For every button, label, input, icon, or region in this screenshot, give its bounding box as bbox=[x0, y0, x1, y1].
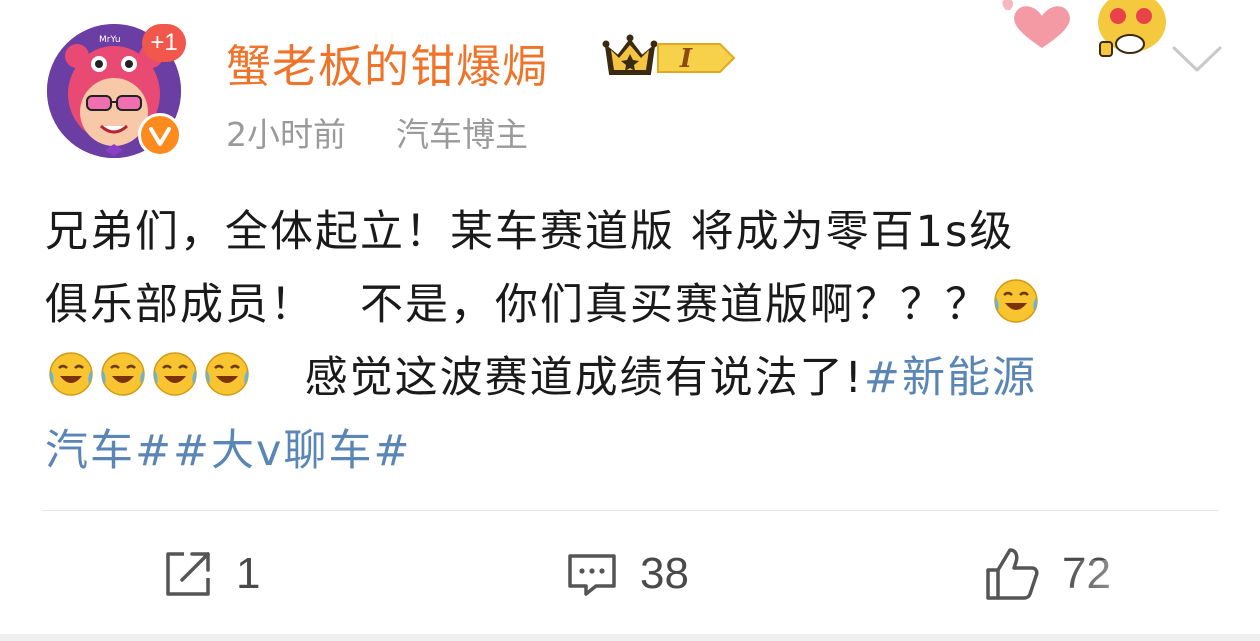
vip-crown-badge[interactable]: I bbox=[602, 32, 738, 86]
right-edge-fade bbox=[1060, 560, 1260, 630]
author-tag: 汽车博主 bbox=[396, 115, 528, 154]
repost-icon bbox=[166, 552, 210, 596]
comment-count: 38 bbox=[640, 549, 689, 598]
comment-icon bbox=[568, 554, 616, 596]
hearts-decoration-icon bbox=[998, 0, 1094, 54]
comment-button[interactable]: 38 bbox=[566, 546, 689, 602]
post-content: 兄弟们，全体起立！某车赛道版 将成为零百1s级 俱乐部成员！ 不是，你们真买赛道… bbox=[45, 196, 1225, 488]
hashtag-new-energy-part1[interactable]: #新能源 bbox=[864, 353, 1037, 403]
actions-divider bbox=[42, 510, 1218, 511]
follow-plus-badge[interactable]: +1 bbox=[142, 24, 186, 62]
svg-text:MrYu: MrYu bbox=[99, 35, 121, 45]
laughing-tears-icon bbox=[994, 279, 1038, 323]
repost-button[interactable]: 1 bbox=[162, 546, 260, 602]
repost-count: 1 bbox=[236, 549, 261, 598]
bottom-separator bbox=[0, 634, 1260, 641]
post-text-line3: 感觉这波赛道成绩有说法了! bbox=[304, 353, 864, 403]
author-name[interactable]: 蟹老板的钳爆焗 bbox=[226, 30, 548, 95]
laughing-tears-icon bbox=[49, 352, 93, 396]
laughing-tears-icon bbox=[205, 352, 249, 396]
laughing-tears-icon bbox=[101, 352, 145, 396]
laughing-tears-icon bbox=[153, 352, 197, 396]
chevron-down-icon[interactable] bbox=[1170, 42, 1224, 80]
post-time: 2小时前 bbox=[226, 115, 346, 154]
thumbs-up-icon bbox=[986, 548, 1039, 600]
vip-level-label: I bbox=[679, 44, 693, 74]
post-text-line1: 兄弟们，全体起立！某车赛道版 将成为零百1s级 bbox=[45, 207, 1015, 257]
cartoon-character-decoration-icon bbox=[1092, 0, 1168, 64]
post-text-line2: 俱乐部成员！ 不是，你们真买赛道版啊？？？ bbox=[45, 280, 990, 330]
verified-v-icon bbox=[138, 113, 182, 157]
hashtag-big-v-car-talk[interactable]: #大v聊车# bbox=[173, 426, 412, 476]
hashtag-new-energy-part2[interactable]: 汽车# bbox=[45, 426, 173, 476]
